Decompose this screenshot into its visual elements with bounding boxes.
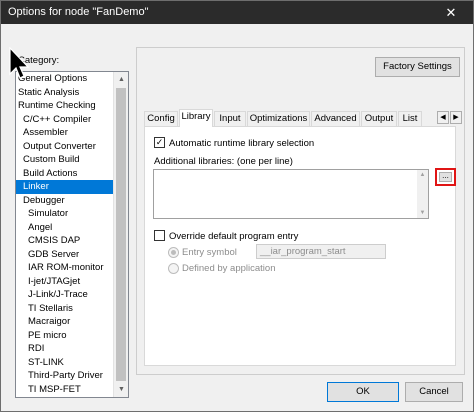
category-item[interactable]: RDI [16,342,113,356]
category-item[interactable]: Runtime Checking [16,99,113,113]
auto-runtime-label: Automatic runtime library selection [169,138,315,149]
category-item[interactable]: IAR ROM-monitor [16,261,113,275]
scrollbar-thumb[interactable] [116,88,126,381]
cancel-button[interactable]: Cancel [405,382,463,402]
window-title: Options for node "FanDemo" [8,6,149,18]
category-list[interactable]: General Options Static Analysis Runtime Ch… [15,71,129,398]
category-item[interactable]: Simulator [16,207,113,221]
override-entry-checkbox[interactable] [154,230,165,241]
category-item[interactable]: Output Converter [16,140,113,154]
textarea-scroll-down-icon[interactable]: ▼ [417,208,428,218]
category-items: General Options Static Analysis Runtime Ch… [16,72,113,396]
additional-libraries-label: Additional libraries: (one per line) [154,156,293,167]
entry-symbol-input[interactable]: __iar_program_start [256,244,386,259]
category-item[interactable]: GDB Server [16,248,113,262]
ok-button[interactable]: OK [327,382,399,402]
auto-runtime-checkbox[interactable]: ✓ [154,137,165,148]
tab-advanced[interactable]: Advanced [311,111,360,126]
category-item[interactable]: TI Stellaris [16,302,113,316]
tab-library[interactable]: Library [179,109,213,127]
defined-by-app-radio[interactable] [168,263,179,274]
tab-strip: Config Library Input Optimizations Advanced O… [144,109,434,127]
close-icon[interactable]: ✕ [429,1,473,24]
override-entry-label: Override default program entry [169,231,299,242]
category-item[interactable]: J-Link/J-Trace [16,288,113,302]
scroll-up-icon[interactable]: ▲ [114,72,128,87]
category-item[interactable]: CMSIS DAP [16,234,113,248]
tab-config[interactable]: Config [144,111,178,126]
category-item[interactable]: I-jet/JTAGjet [16,275,113,289]
additional-libraries-input[interactable]: ▲ ▼ [153,169,429,219]
category-item[interactable]: PE micro [16,329,113,343]
textarea-scrollbar[interactable]: ▲ ▼ [417,170,428,218]
category-item[interactable]: Macraigor [16,315,113,329]
category-item[interactable]: Third-Party Driver [16,369,113,383]
scroll-down-icon[interactable]: ▼ [114,382,128,397]
category-item[interactable]: C/C++ Compiler [16,113,113,127]
category-item[interactable]: ST-LINK [16,356,113,370]
category-item[interactable]: General Options [16,72,113,86]
category-item[interactable]: Build Actions [16,167,113,181]
defined-by-app-label: Defined by application [182,263,276,274]
category-item[interactable]: TI MSP-FET [16,383,113,397]
category-item[interactable]: Custom Build [16,153,113,167]
browse-button-highlight[interactable]: ... [435,168,456,186]
entry-symbol-radio[interactable] [168,247,179,258]
tab-list[interactable]: List [398,111,422,126]
tab-scroll-right-icon[interactable]: ▶ [450,111,462,124]
category-item[interactable]: Linker [16,180,113,194]
tab-optimizations[interactable]: Optimizations [247,111,310,126]
entry-symbol-label: Entry symbol [182,247,237,258]
tab-output[interactable]: Output [361,111,397,126]
browse-button[interactable]: ... [439,172,452,182]
factory-settings-button[interactable]: Factory Settings [375,57,460,77]
mouse-cursor-icon [9,47,30,79]
title-bar: Options for node "FanDemo" ✕ [1,1,473,24]
category-item[interactable]: Debugger [16,194,113,208]
tab-scroll-left-icon[interactable]: ◀ [437,111,449,124]
category-item[interactable]: Assembler [16,126,113,140]
textarea-scroll-up-icon[interactable]: ▲ [417,170,428,180]
options-dialog: Options for node "FanDemo" ✕ Category: G… [0,0,474,412]
category-scrollbar[interactable]: ▲ ▼ [113,72,128,397]
category-item[interactable]: Static Analysis [16,86,113,100]
tab-input[interactable]: Input [214,111,246,126]
category-item[interactable]: Angel [16,221,113,235]
